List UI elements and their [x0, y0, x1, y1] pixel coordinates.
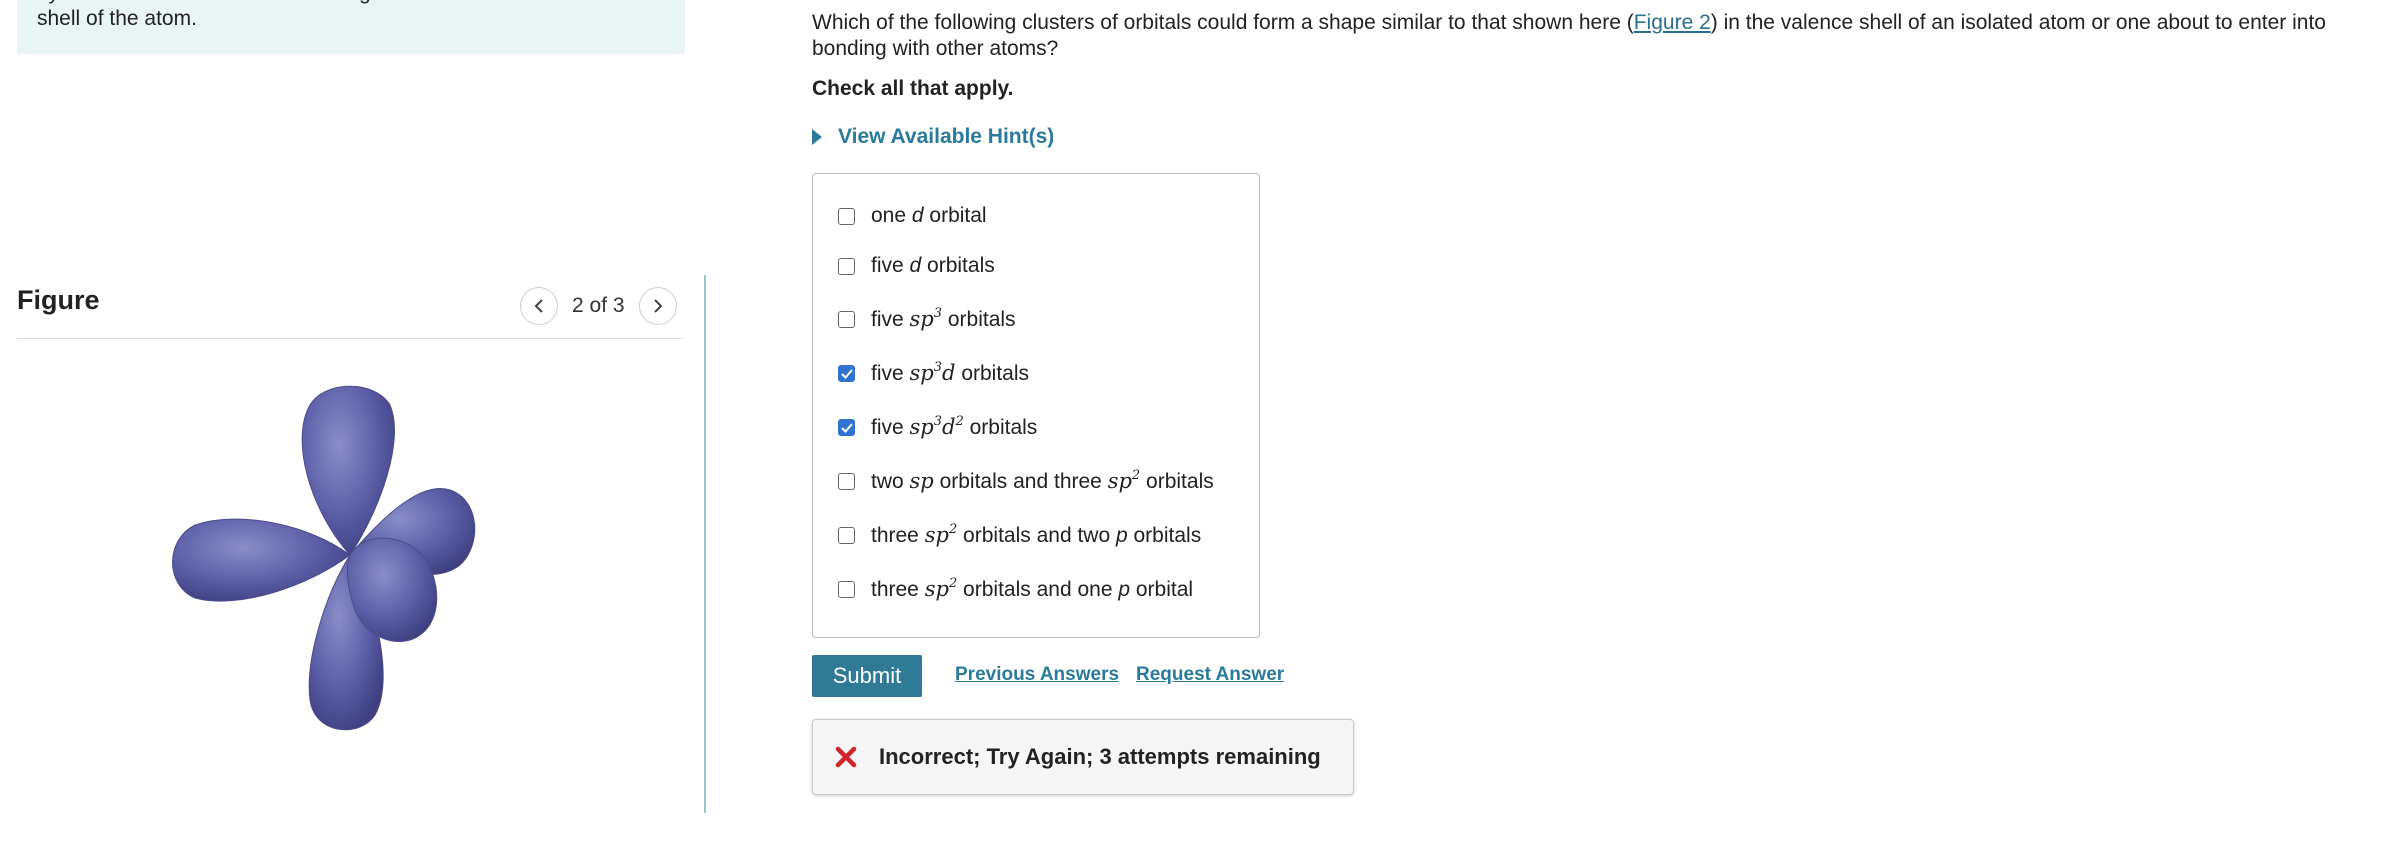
- option-five-sp3[interactable]: five sp3 orbitals: [838, 307, 1016, 332]
- checkbox-checked[interactable]: [838, 419, 855, 436]
- checkbox-checked[interactable]: [838, 365, 855, 382]
- checkbox[interactable]: [838, 473, 855, 490]
- option-label: three sp2 orbitals and two p orbitals: [871, 522, 1202, 547]
- option-label: one d orbital: [871, 204, 987, 227]
- checkbox[interactable]: [838, 581, 855, 598]
- option-three-sp2-one-p[interactable]: three sp2 orbitals and one p orbital: [838, 577, 1193, 602]
- option-one-d[interactable]: one d orbital: [838, 204, 987, 228]
- view-hints-toggle[interactable]: View Available Hint(s): [812, 125, 1054, 149]
- checkbox[interactable]: [838, 257, 855, 275]
- feedback-message: Incorrect; Try Again; 3 attempts remaini…: [879, 744, 1321, 769]
- option-label: five sp3d2 orbitals: [871, 414, 1038, 439]
- chevron-right-icon: [653, 299, 662, 313]
- column-divider: [704, 275, 706, 813]
- checkmark-icon: [840, 368, 853, 379]
- submit-button[interactable]: Submit: [812, 655, 922, 697]
- option-label: five sp3d orbitals: [871, 360, 1030, 385]
- option-label: five d orbitals: [871, 254, 995, 277]
- previous-answers-link[interactable]: Previous Answers: [955, 664, 1119, 686]
- check-all-instruction: Check all that apply.: [812, 77, 1014, 100]
- question-part-1: Which of the following clusters of orbit…: [812, 11, 1634, 34]
- orbital-image: [172, 385, 476, 731]
- answer-options: one d orbital five d orbitals five sp3 o…: [812, 173, 1260, 638]
- next-figure-button[interactable]: [638, 287, 677, 325]
- figure-pager: 2 of 3: [520, 287, 677, 325]
- request-answer-link[interactable]: Request Answer: [1136, 664, 1284, 686]
- option-five-sp3d2[interactable]: five sp3d2 orbitals: [838, 415, 1037, 440]
- option-three-sp2-two-p[interactable]: three sp2 orbitals and two p orbitals: [838, 523, 1201, 548]
- intro-text-box: hybridization still remain in their orig…: [17, 0, 685, 54]
- prev-figure-button[interactable]: [520, 287, 558, 325]
- option-five-sp3d[interactable]: five sp3d orbitals: [838, 361, 1029, 386]
- figure-title: Figure: [17, 285, 100, 315]
- figure-page-indicator: 2 of 3: [572, 294, 625, 317]
- x-mark-icon: [835, 746, 857, 768]
- view-hints-label: View Available Hint(s): [838, 125, 1055, 148]
- checkbox[interactable]: [838, 207, 855, 225]
- caret-right-icon: [812, 129, 822, 145]
- checkbox[interactable]: [838, 311, 855, 328]
- option-label: two sp orbitals and three sp2 orbitals: [871, 468, 1214, 493]
- checkmark-icon: [840, 422, 853, 433]
- option-five-d[interactable]: five d orbitals: [838, 254, 995, 278]
- figure-header-rule: [17, 338, 683, 339]
- option-label: five sp3 orbitals: [871, 306, 1016, 331]
- intro-line: shell of the atom.: [37, 7, 197, 30]
- feedback-banner: Incorrect; Try Again; 3 attempts remaini…: [812, 719, 1354, 795]
- question-text: Which of the following clusters of orbit…: [812, 10, 2372, 62]
- option-two-sp-three-sp2[interactable]: two sp orbitals and three sp2 orbitals: [838, 469, 1214, 494]
- chevron-left-icon: [534, 299, 543, 313]
- figure-link[interactable]: Figure 2: [1634, 11, 1711, 34]
- checkbox[interactable]: [838, 527, 855, 544]
- option-label: three sp2 orbitals and one p orbital: [871, 576, 1194, 601]
